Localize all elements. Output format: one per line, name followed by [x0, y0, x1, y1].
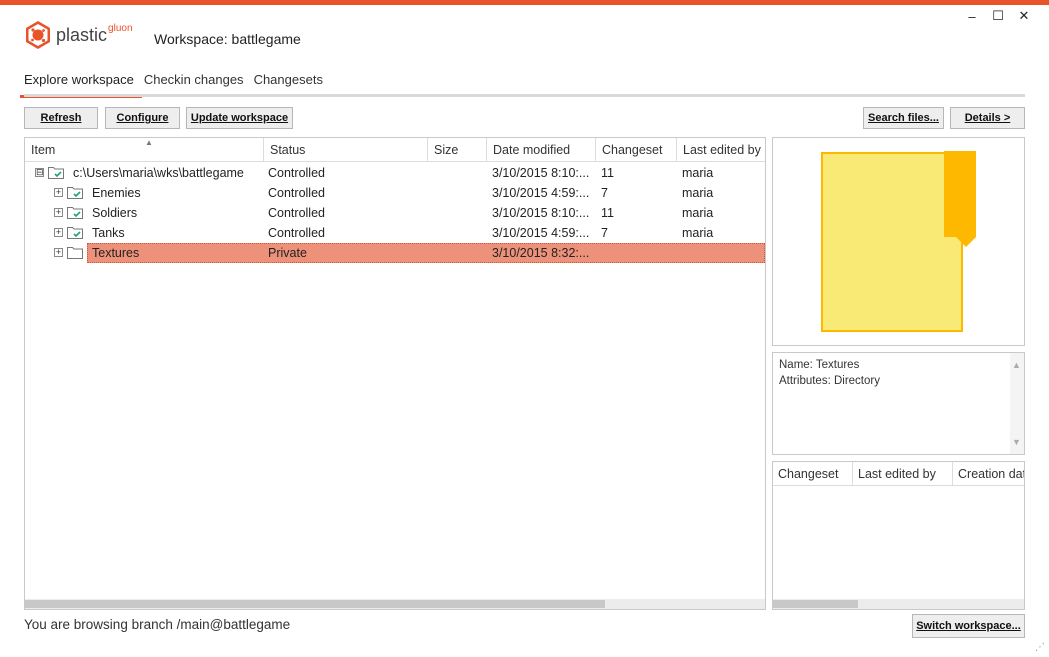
- item-status: Controlled: [268, 226, 325, 240]
- column-header-last-edited-by[interactable]: Last edited by: [677, 138, 765, 162]
- top-accent-bar: [0, 0, 1049, 5]
- properties-vertical-scrollbar[interactable]: ▲ ▼: [1010, 353, 1024, 454]
- history-panel: Changeset Last edited by Creation date: [772, 461, 1025, 610]
- grid-horizontal-scrollbar[interactable]: [25, 599, 765, 609]
- scroll-up-icon[interactable]: ▲: [1012, 357, 1021, 373]
- expand-icon[interactable]: +: [54, 188, 63, 197]
- item-name: Soldiers: [92, 206, 138, 220]
- collapse-icon[interactable]: ⊟: [35, 168, 44, 177]
- maximize-icon[interactable]: ☐: [985, 8, 1011, 24]
- folder-preview-icon: [821, 151, 976, 332]
- minimize-icon[interactable]: –: [959, 8, 985, 24]
- item-date: 3/10/2015 4:59:...: [492, 186, 590, 200]
- update-workspace-button[interactable]: Update workspace: [186, 107, 293, 129]
- item-date: 3/10/2015 8:10:...: [492, 166, 590, 180]
- expand-icon[interactable]: +: [54, 248, 63, 257]
- property-attributes: Attributes: Directory: [779, 375, 880, 387]
- column-header-changeset[interactable]: Changeset: [596, 138, 677, 162]
- controlled-folder-icon: [67, 227, 83, 239]
- property-name: Name: Textures: [779, 359, 860, 371]
- sort-ascending-icon: ▲: [145, 138, 153, 147]
- item-date: 3/10/2015 8:32:...: [492, 246, 590, 260]
- workspace-items-grid: Item ▲ Status Size Date modified Changes…: [24, 137, 766, 610]
- table-row[interactable]: + Enemies Controlled 3/10/2015 4:59:... …: [25, 183, 765, 203]
- item-editor: maria: [682, 186, 714, 200]
- main-tabs: Explore workspace Checkin changes Change…: [20, 72, 333, 98]
- controlled-folder-icon: [48, 167, 64, 179]
- preview-panel: [772, 137, 1025, 346]
- private-folder-icon: [67, 247, 83, 259]
- item-status: Controlled: [268, 186, 325, 200]
- tab-divider: [24, 94, 1025, 97]
- item-name: Tanks: [92, 226, 125, 240]
- search-files-button[interactable]: Search files...: [863, 107, 944, 129]
- tab-checkin-changes[interactable]: Checkin changes: [144, 72, 244, 92]
- refresh-button[interactable]: Refresh: [24, 107, 98, 129]
- table-row[interactable]: + Soldiers Controlled 3/10/2015 8:10:...…: [25, 203, 765, 223]
- history-horizontal-scrollbar[interactable]: [773, 599, 1024, 609]
- workspace-title: Workspace: battlegame: [154, 31, 301, 47]
- item-editor: maria: [682, 226, 714, 240]
- item-changeset: 11: [601, 166, 614, 180]
- column-header-date-modified[interactable]: Date modified: [487, 138, 596, 162]
- details-button[interactable]: Details >: [950, 107, 1025, 129]
- column-header-size[interactable]: Size: [428, 138, 487, 162]
- item-status: Controlled: [268, 206, 325, 220]
- brand-sup: gluon: [108, 22, 133, 34]
- tab-explore-workspace[interactable]: Explore workspace: [20, 72, 142, 98]
- controlled-folder-icon: [67, 207, 83, 219]
- scrollbar-thumb[interactable]: [773, 600, 858, 608]
- item-name: c:\Users\maria\wks\battlegame: [73, 166, 244, 180]
- item-changeset: 11: [601, 206, 614, 220]
- column-header-last-edited-by[interactable]: Last edited by: [853, 462, 953, 486]
- properties-panel: Name: Textures Attributes: Directory ▲ ▼: [772, 352, 1025, 455]
- expand-icon[interactable]: +: [54, 228, 63, 237]
- item-editor: maria: [682, 206, 714, 220]
- controlled-folder-icon: [67, 187, 83, 199]
- item-changeset: 7: [601, 186, 608, 200]
- column-header-creation-date[interactable]: Creation date: [953, 462, 1024, 486]
- table-row[interactable]: ⊟ c:\Users\maria\wks\battlegame Controll…: [25, 163, 765, 183]
- column-header-changeset[interactable]: Changeset: [773, 462, 853, 486]
- plastic-logo-icon: [26, 21, 50, 49]
- history-header: Changeset Last edited by Creation date: [773, 462, 1024, 486]
- resize-grip-icon[interactable]: ⋰: [1035, 642, 1045, 653]
- window-controls: – ☐ ✕: [959, 8, 1037, 24]
- close-icon[interactable]: ✕: [1011, 8, 1037, 24]
- item-editor: maria: [682, 166, 714, 180]
- item-name: Textures: [92, 246, 140, 260]
- item-name: Enemies: [92, 186, 141, 200]
- selection-highlight: [87, 243, 765, 263]
- scrollbar-thumb[interactable]: [25, 600, 605, 608]
- brand-name: plastic: [56, 24, 108, 45]
- configure-button[interactable]: Configure: [105, 107, 180, 129]
- scroll-down-icon[interactable]: ▼: [1012, 434, 1021, 450]
- app-logo: plastic gluon: [24, 20, 133, 50]
- item-date: 3/10/2015 8:10:...: [492, 206, 590, 220]
- tab-changesets[interactable]: Changesets: [254, 72, 323, 92]
- table-row[interactable]: + Tanks Controlled 3/10/2015 4:59:... 7 …: [25, 223, 765, 243]
- item-changeset: 7: [601, 226, 608, 240]
- column-header-status[interactable]: Status: [264, 138, 428, 162]
- switch-workspace-button[interactable]: Switch workspace...: [912, 614, 1025, 638]
- item-status: Controlled: [268, 166, 325, 180]
- table-row[interactable]: + Textures Private 3/10/2015 8:32:...: [25, 243, 765, 263]
- item-date: 3/10/2015 4:59:...: [492, 226, 590, 240]
- expand-icon[interactable]: +: [54, 208, 63, 217]
- grid-header: Item ▲ Status Size Date modified Changes…: [25, 138, 765, 162]
- item-status: Private: [268, 246, 307, 260]
- branch-status-text: You are browsing branch /main@battlegame: [24, 617, 291, 632]
